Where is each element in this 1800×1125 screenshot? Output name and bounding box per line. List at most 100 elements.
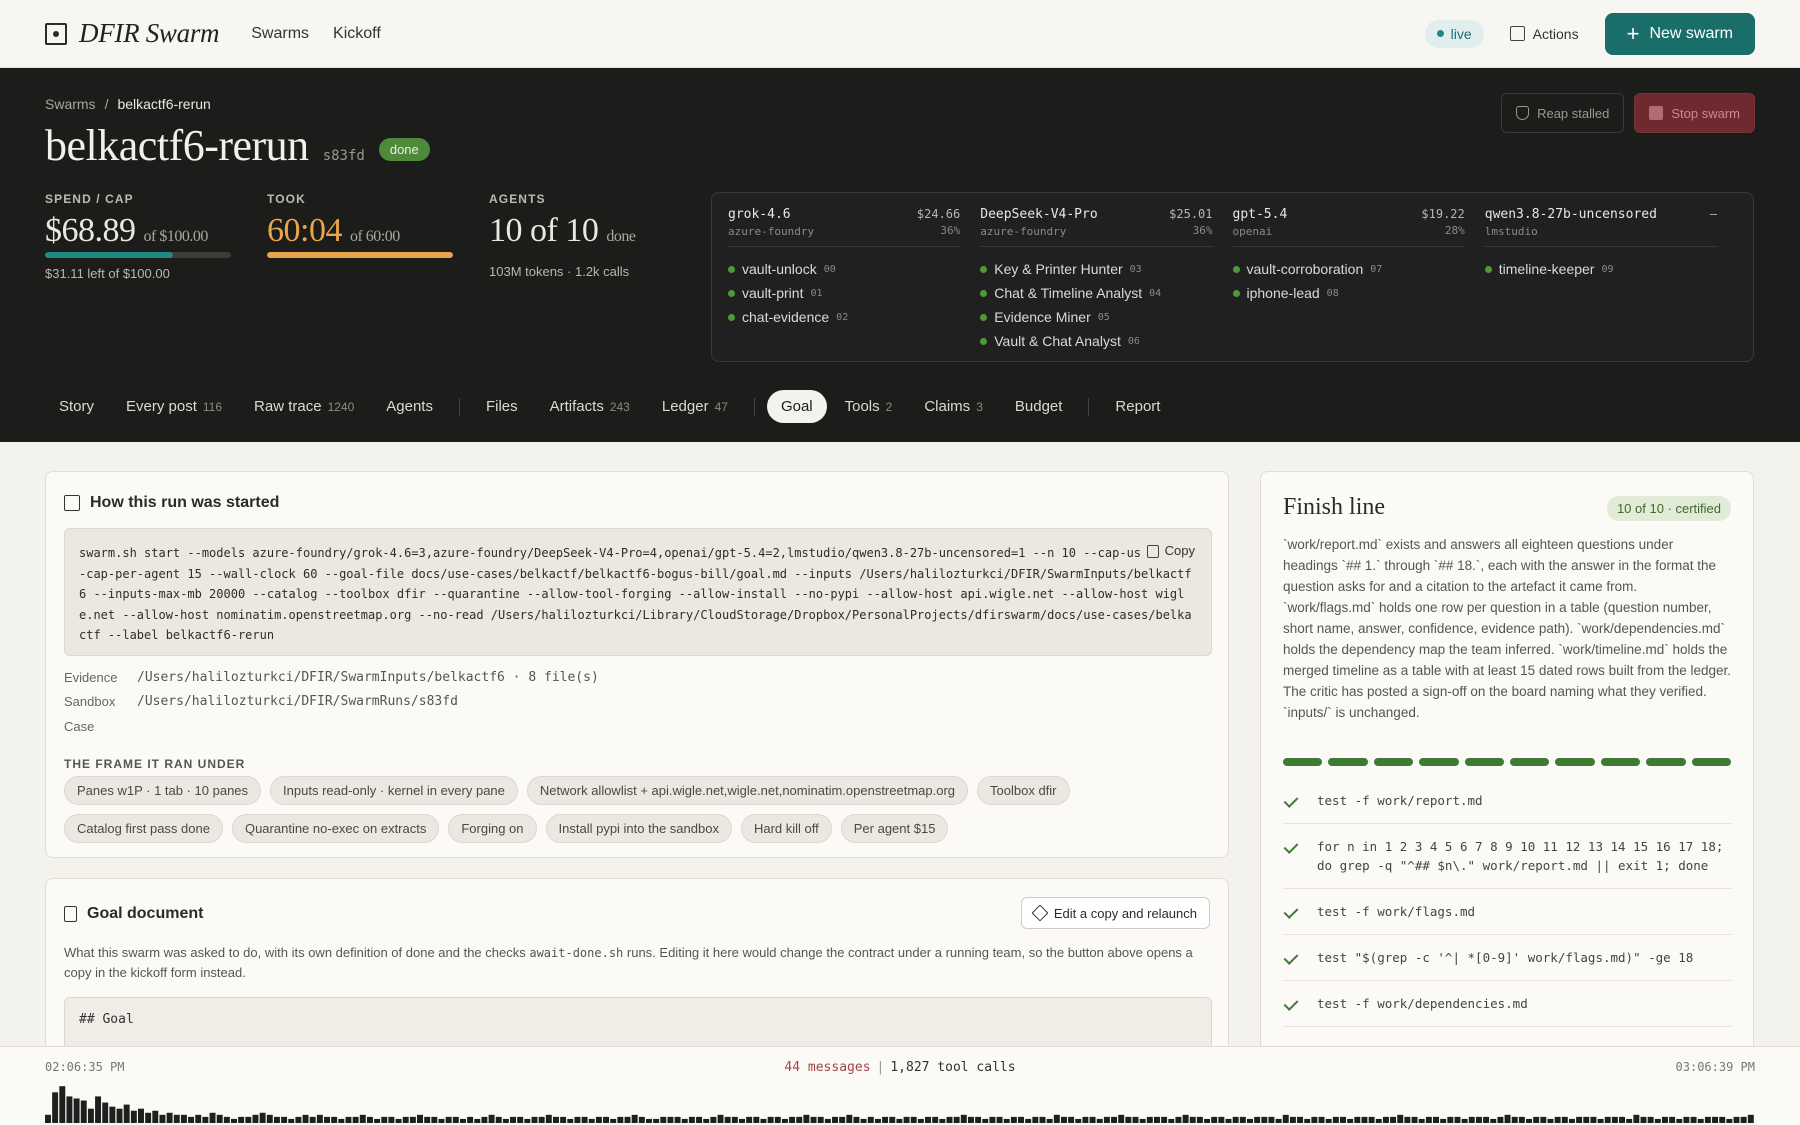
new-swarm-button[interactable]: + New swarm — [1604, 12, 1755, 55]
histogram-bar — [1518, 1116, 1525, 1123]
certified-badge: 10 of 10 · certified — [1606, 496, 1731, 521]
histogram-bar — [152, 1110, 159, 1123]
histogram-bar — [1418, 1118, 1425, 1123]
tab-agents[interactable]: Agents — [372, 390, 447, 423]
histogram-bar — [1433, 1116, 1439, 1123]
histogram-bar — [1025, 1118, 1032, 1123]
tab-every-post[interactable]: Every post 116 — [112, 390, 236, 423]
tab-report[interactable]: Report — [1101, 390, 1174, 423]
agents-state: done — [606, 228, 636, 245]
histogram-bar — [574, 1116, 581, 1123]
agent-item[interactable]: Chat & Timeline Analyst 04 — [980, 281, 1212, 305]
status-badge: done — [378, 138, 430, 161]
histogram-bar — [531, 1116, 538, 1123]
tab-artifacts[interactable]: Artifacts 243 — [536, 390, 644, 423]
histogram-bar — [209, 1112, 216, 1123]
copy-button[interactable]: Copy — [1140, 541, 1195, 562]
histogram-bar — [1046, 1118, 1053, 1123]
histogram-bar — [810, 1116, 817, 1123]
frame-chip: Forging on — [448, 814, 537, 843]
tab-tools[interactable]: Tools 2 — [831, 390, 907, 423]
plus-icon: + — [1626, 20, 1640, 46]
breadcrumb-swarms[interactable]: Swarms — [45, 96, 96, 112]
took-time: 60:04 — [267, 212, 342, 249]
tab-story[interactable]: Story — [45, 390, 108, 423]
nav-link-kickoff[interactable]: Kickoff — [333, 25, 381, 43]
histogram-bar — [1697, 1118, 1704, 1123]
terminal-icon — [64, 495, 80, 511]
histogram-bar — [352, 1116, 359, 1123]
histogram-bar — [867, 1116, 874, 1123]
histogram-bar — [1282, 1114, 1289, 1123]
histogram-bar — [610, 1118, 617, 1123]
tab-budget[interactable]: Budget — [1001, 390, 1077, 423]
histogram-bar — [846, 1114, 853, 1123]
tab-claims[interactable]: Claims 3 — [910, 390, 997, 423]
sandbox-label: Sandbox — [64, 694, 116, 709]
histogram-bar — [202, 1116, 209, 1123]
agent-status-dot-icon — [980, 289, 988, 297]
model-cost: – — [1710, 207, 1717, 238]
agent-item[interactable]: chat-evidence 02 — [728, 305, 960, 329]
histogram-bar — [1504, 1114, 1511, 1123]
actions-button[interactable]: Actions — [1502, 26, 1587, 42]
histogram-bar — [552, 1116, 559, 1123]
launch-command[interactable]: swarm.sh start --models azure-foundry/gr… — [64, 528, 1212, 656]
frame-chip: Toolbox dfir — [977, 776, 1070, 805]
edit-copy-relaunch-button[interactable]: Edit a copy and relaunch — [1020, 897, 1210, 929]
done-check: test -f work/report.md — [1283, 778, 1731, 824]
histogram-bar — [345, 1116, 352, 1123]
histogram-bar — [617, 1116, 624, 1123]
tab-count: 47 — [714, 399, 728, 414]
histogram-bar — [1096, 1118, 1103, 1123]
histogram-bar — [1304, 1118, 1311, 1123]
stop-icon — [1649, 106, 1664, 120]
frame-chip: Panes w1P · 1 tab · 10 panes — [64, 776, 262, 805]
nav-link-swarms[interactable]: Swarms — [251, 25, 309, 43]
histogram-bar — [1547, 1118, 1554, 1123]
activity-histogram[interactable] — [45, 1083, 1755, 1123]
copy-label: Copy — [1164, 543, 1195, 558]
histogram-bar — [402, 1116, 409, 1123]
histogram-bar — [1654, 1118, 1661, 1123]
tab-ledger[interactable]: Ledger 47 — [648, 390, 742, 423]
completion-segment — [1555, 758, 1595, 766]
histogram-bar — [1032, 1116, 1039, 1123]
reap-stalled-button[interactable]: Reap stalled — [1501, 93, 1625, 133]
agent-index: 07 — [1370, 263, 1383, 275]
agent-item[interactable]: vault-print 01 — [728, 281, 960, 305]
agent-item[interactable]: Vault & Chat Analyst 06 — [980, 329, 1212, 353]
tab-goal[interactable]: Goal — [766, 390, 827, 423]
agent-item[interactable]: Key & Printer Hunter 03 — [980, 257, 1212, 281]
stop-swarm-button[interactable]: Stop swarm — [1634, 93, 1755, 133]
terminal-icon — [1509, 26, 1525, 41]
histogram-bar — [116, 1108, 123, 1123]
agent-item[interactable]: vault-unlock 00 — [728, 257, 960, 281]
done-check: for n in 1 2 3 4 5 6 7 8 9 10 11 12 13 1… — [1283, 824, 1731, 889]
histogram-bar — [646, 1118, 652, 1123]
breadcrumb-separator: / — [104, 96, 109, 112]
breadcrumb-current: belkactf6-rerun — [117, 96, 211, 112]
done-check: test -f work/flags.md — [1283, 889, 1731, 935]
histogram-bar — [1726, 1118, 1733, 1123]
histogram-bar — [1289, 1116, 1296, 1123]
agent-status-dot-icon — [728, 313, 735, 321]
tab-raw-trace[interactable]: Raw trace 1240 — [240, 390, 368, 423]
agent-index: 09 — [1601, 263, 1614, 275]
tab-files[interactable]: Files — [472, 390, 532, 423]
agent-name: chat-evidence — [742, 309, 830, 325]
run-start-title: How this run was started — [90, 494, 280, 511]
agent-item[interactable]: iphone-lead 08 — [1232, 281, 1465, 305]
histogram-bar — [66, 1096, 73, 1123]
agent-item[interactable]: timeline-keeper 09 — [1484, 257, 1717, 281]
agent-item[interactable]: Evidence Miner 05 — [980, 305, 1212, 329]
histogram-bar — [1060, 1116, 1067, 1123]
histogram-bar — [932, 1116, 939, 1123]
case-row: Case — [64, 719, 94, 734]
histogram-bar — [1089, 1116, 1096, 1123]
run-start-heading: How this run was started — [64, 494, 279, 512]
histogram-bar — [1010, 1116, 1017, 1123]
brand[interactable]: DFIR Swarm — [45, 18, 220, 49]
agent-item[interactable]: vault-corroboration 07 — [1232, 257, 1465, 281]
histogram-bar — [953, 1116, 960, 1123]
